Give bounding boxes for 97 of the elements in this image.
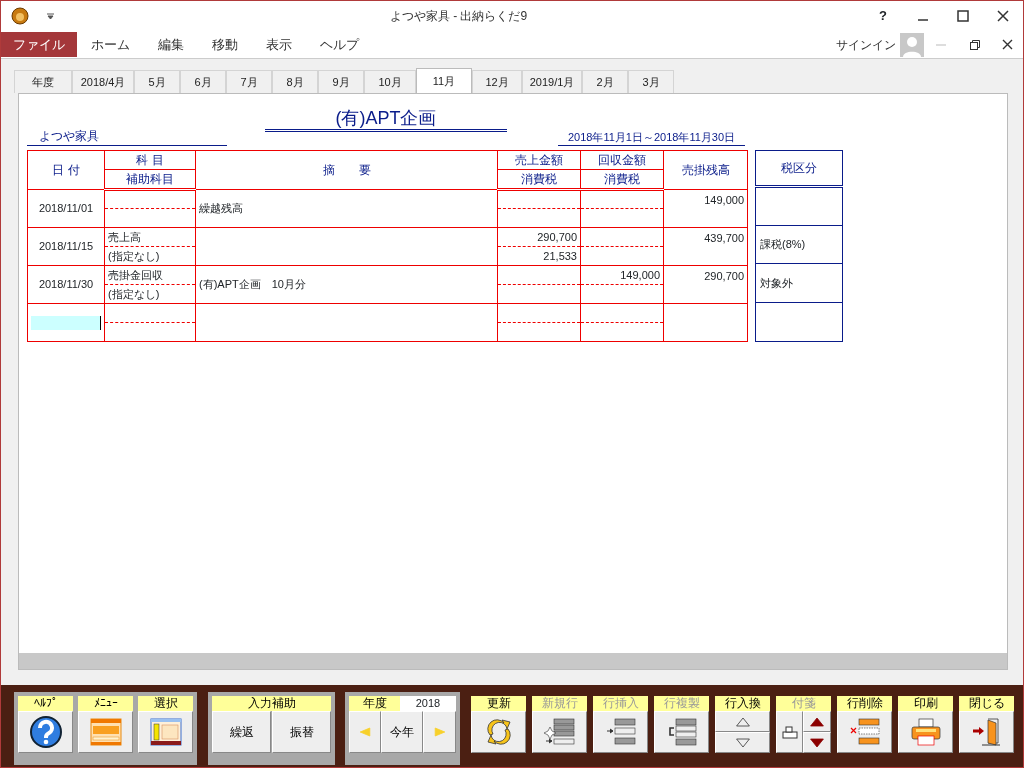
toolbar-label: 印刷 <box>898 696 953 711</box>
table-cell: 売上高 <box>104 227 196 247</box>
door-icon <box>970 717 1003 747</box>
year-field[interactable]: 2018 <box>400 696 456 711</box>
window-icon <box>89 718 122 746</box>
menu-tab[interactable]: ヘルプ <box>306 32 373 57</box>
period-label: 2018年11月1日～2018年11月30日 <box>558 128 745 146</box>
menu-tab[interactable]: 表示 <box>252 32 306 57</box>
column-header: 税区分 <box>755 150 843 187</box>
month-tab[interactable]: 年度 <box>14 70 72 93</box>
month-tab[interactable]: 2018/4月 <box>72 70 134 93</box>
month-tab[interactable]: 11月 <box>416 68 472 93</box>
file-menu-tab[interactable]: ファイル <box>1 32 77 57</box>
company-name: よつや家具 <box>27 127 227 146</box>
table-cell: 439,700 <box>663 227 748 266</box>
menu-button[interactable] <box>78 711 133 753</box>
month-tab[interactable]: 2019/1月 <box>522 70 582 93</box>
column-header: 売掛残高 <box>663 150 748 190</box>
toolbar-label: ﾍﾙﾌﾟ <box>18 696 73 711</box>
rows-icon <box>848 717 881 747</box>
close-icon[interactable] <box>1002 39 1013 50</box>
rows-icon <box>543 717 576 747</box>
refresh-button[interactable] <box>471 711 526 753</box>
help-button[interactable]: ? <box>863 6 903 26</box>
dropdown-icon[interactable] <box>47 13 54 19</box>
month-tab[interactable]: 2月 <box>582 70 628 93</box>
month-tab[interactable]: 8月 <box>272 70 318 93</box>
up-arrow-icon <box>809 716 825 727</box>
this-year-button[interactable]: 今年 <box>381 711 423 753</box>
question-icon <box>28 715 63 749</box>
close-button[interactable] <box>959 711 1014 753</box>
toolbar-button[interactable]: 振替 <box>272 711 331 753</box>
toolbar-label: 新規行 <box>532 696 587 711</box>
toolbar-button[interactable]: 繰返 <box>212 711 271 753</box>
help-button[interactable] <box>18 711 73 753</box>
toolbar-label: 入力補助 <box>212 696 331 711</box>
printer-icon <box>909 717 942 747</box>
next-year-button[interactable] <box>423 711 456 753</box>
table-cell: 149,000 <box>663 189 748 228</box>
rows-icon <box>604 717 637 747</box>
toolbar-label: 行入換 <box>715 696 770 711</box>
report-title: (有)APT企画 <box>265 107 507 132</box>
toolbar-label: 行挿入 <box>593 696 648 711</box>
table-cell: 290,700 <box>663 265 748 304</box>
move-up-button[interactable] <box>715 711 770 732</box>
table-cell: 2018/11/30 <box>27 265 105 304</box>
table-cell: 2018/11/01 <box>27 189 105 228</box>
table-cell: 繰越残高 <box>195 189 498 228</box>
table-cell: (有)APT企画 10月分 <box>195 265 498 304</box>
toolbar-label: ﾒﾆｭｰ <box>78 696 133 711</box>
table-cell: 2018/11/15 <box>27 227 105 266</box>
table-cell: 290,700 <box>497 227 581 247</box>
column-header: 消費税 <box>497 169 581 190</box>
select-button[interactable] <box>138 711 193 753</box>
month-tab[interactable]: 5月 <box>134 70 180 93</box>
toolbar-label: 更新 <box>471 696 526 711</box>
form-icon <box>149 718 182 746</box>
move-down-button[interactable] <box>715 732 770 753</box>
table-cell: 149,000 <box>580 265 664 285</box>
toolbar-label: 行削除 <box>837 696 892 711</box>
previous-year-button[interactable] <box>349 711 381 753</box>
toolbar-label: 行複製 <box>654 696 709 711</box>
signin-link[interactable]: サインイン <box>836 35 896 54</box>
input-field[interactable] <box>31 315 101 330</box>
maximize-icon[interactable] <box>957 10 969 22</box>
up-arrow-icon <box>734 716 751 727</box>
table-cell: 対象外 <box>755 263 843 303</box>
column-header: 回収金額 <box>580 150 664 170</box>
close-icon[interactable] <box>997 10 1009 22</box>
table-cell: 21,533 <box>497 246 581 266</box>
menu-tab[interactable]: 移動 <box>198 32 252 57</box>
toolbar-label: 年度 <box>349 696 400 711</box>
restore-icon[interactable] <box>970 39 980 50</box>
menu-tab[interactable]: ホーム <box>77 32 144 57</box>
toolbar-label: 閉じる <box>959 696 1014 711</box>
print-button[interactable] <box>898 711 953 753</box>
month-tab[interactable]: 12月 <box>472 70 522 93</box>
column-header: 日 付 <box>27 150 105 190</box>
table-cell: 課税(8%) <box>755 225 843 264</box>
toolbar-label: 選択 <box>138 696 193 711</box>
menu-tab[interactable]: 編集 <box>144 32 198 57</box>
month-tab[interactable]: 7月 <box>226 70 272 93</box>
column-header: 科 目 <box>104 150 196 170</box>
down-arrow-icon <box>734 737 751 748</box>
column-header: 摘 要 <box>195 150 498 190</box>
month-tab[interactable]: 10月 <box>364 70 416 93</box>
delete-row-button[interactable] <box>837 711 892 753</box>
toolbar-label: 付箋 <box>776 696 831 711</box>
month-tab[interactable]: 9月 <box>318 70 364 93</box>
column-header: 売上金額 <box>497 150 581 170</box>
app-logo-icon <box>11 7 29 25</box>
month-tab[interactable]: 6月 <box>180 70 226 93</box>
stamp-icon <box>781 725 798 739</box>
month-tab[interactable]: 3月 <box>628 70 674 93</box>
window-title: よつや家具 - 出納らくだ9 <box>389 9 528 23</box>
table-cell: 売掛金回収 <box>104 265 196 285</box>
down-arrow-icon <box>809 737 825 748</box>
